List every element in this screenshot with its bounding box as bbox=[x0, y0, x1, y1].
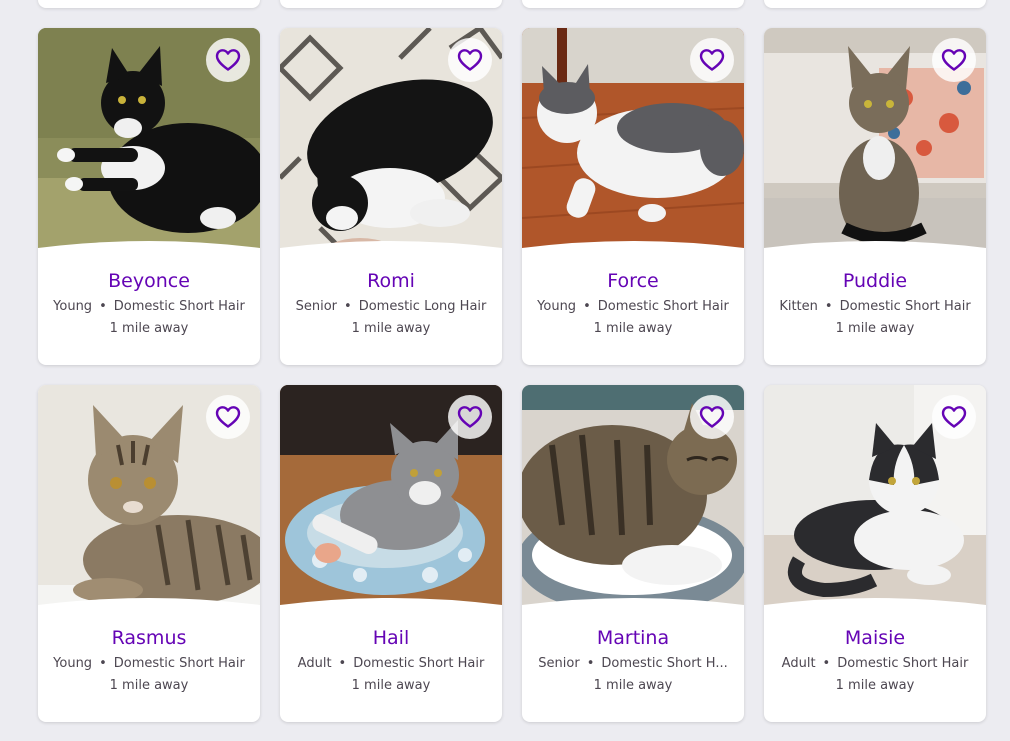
pet-meta: Young • Domestic Short Hair bbox=[522, 299, 744, 315]
favorite-button[interactable] bbox=[206, 395, 250, 439]
pet-info: Maisie Adult • Domestic Short Hair 1 mile … bbox=[764, 625, 986, 694]
pet-name[interactable]: Maisie bbox=[764, 625, 986, 651]
pet-age: Kitten bbox=[779, 299, 818, 314]
pet-breed: Domestic Short Hair bbox=[353, 656, 485, 671]
photo-curve-divider bbox=[280, 598, 502, 627]
heart-icon bbox=[941, 406, 967, 428]
pet-age: Young bbox=[53, 656, 93, 671]
meta-separator: • bbox=[344, 299, 352, 314]
favorite-button[interactable] bbox=[932, 395, 976, 439]
pet-name[interactable]: Martina bbox=[522, 625, 744, 651]
pet-age: Senior bbox=[538, 656, 580, 671]
photo-curve-divider bbox=[764, 241, 986, 270]
pet-card-force[interactable]: Force Young • Domestic Short Hair 1 mile a… bbox=[522, 28, 744, 365]
pet-distance: 1 mile away bbox=[835, 321, 915, 336]
favorite-button[interactable] bbox=[206, 38, 250, 82]
pet-distance: 1 mile away bbox=[593, 321, 673, 336]
pet-info: Hail Adult • Domestic Short Hair 1 mile aw… bbox=[280, 625, 502, 694]
pet-breed: Domestic Short Hair bbox=[113, 656, 245, 671]
pet-card-maisie[interactable]: Maisie Adult • Domestic Short Hair 1 mile … bbox=[764, 385, 986, 722]
pet-info: Puddie Kitten • Domestic Short Hair 1 mile… bbox=[764, 268, 986, 337]
pet-breed: Domestic Short Hair bbox=[837, 656, 969, 671]
pet-info: Romi Senior • Domestic Long Hair 1 mile aw… bbox=[280, 268, 502, 337]
meta-separator: • bbox=[824, 299, 833, 314]
favorite-button[interactable] bbox=[690, 38, 734, 82]
pet-meta: Young • Domestic Short Hair bbox=[38, 299, 260, 315]
pet-meta: Adult • Domestic Short Hair bbox=[280, 656, 502, 672]
pet-age: Adult bbox=[297, 656, 332, 671]
pet-card-beyonce[interactable]: Beyonce Young • Domestic Short Hair 1 mile… bbox=[38, 28, 260, 365]
heart-icon bbox=[215, 406, 241, 428]
pet-age: Adult bbox=[781, 656, 816, 671]
pet-name[interactable]: Hail bbox=[280, 625, 502, 651]
heart-icon bbox=[699, 49, 725, 71]
pet-card-martina[interactable]: Martina Senior • Domestic Short H... 1 mil… bbox=[522, 385, 744, 722]
favorite-button[interactable] bbox=[932, 38, 976, 82]
photo-curve-divider bbox=[764, 598, 986, 627]
pet-card-romi[interactable]: Romi Senior • Domestic Long Hair 1 mile aw… bbox=[280, 28, 502, 365]
pet-distance: 1 mile away bbox=[109, 678, 189, 693]
pet-breed: Domestic Long Hair bbox=[358, 299, 487, 314]
pet-breed: Domestic Short H... bbox=[601, 656, 728, 671]
previous-card-edge[interactable] bbox=[522, 0, 744, 8]
pet-info: Rasmus Young • Domestic Short Hair 1 mile … bbox=[38, 625, 260, 694]
pet-name[interactable]: Beyonce bbox=[38, 268, 260, 294]
pet-distance: 1 mile away bbox=[351, 321, 431, 336]
pet-card-puddie[interactable]: Puddie Kitten • Domestic Short Hair 1 mile… bbox=[764, 28, 986, 365]
pet-name[interactable]: Rasmus bbox=[38, 625, 260, 651]
heart-icon bbox=[457, 49, 483, 71]
favorite-button[interactable] bbox=[448, 38, 492, 82]
pet-results-page: Beyonce Young • Domestic Short Hair 1 mile… bbox=[0, 0, 1010, 741]
pet-age: Young bbox=[537, 299, 577, 314]
pet-breed: Domestic Short Hair bbox=[113, 299, 245, 314]
favorite-button[interactable] bbox=[448, 395, 492, 439]
pet-meta: Kitten • Domestic Short Hair bbox=[764, 299, 986, 315]
meta-separator: • bbox=[822, 656, 831, 671]
meta-separator: • bbox=[99, 299, 107, 314]
pet-meta: Senior • Domestic Short H... bbox=[522, 656, 744, 672]
heart-icon bbox=[457, 406, 483, 428]
pet-distance: 1 mile away bbox=[835, 678, 915, 693]
previous-card-edge[interactable] bbox=[38, 0, 260, 8]
pet-info: Force Young • Domestic Short Hair 1 mile a… bbox=[522, 268, 744, 337]
meta-separator: • bbox=[586, 656, 595, 671]
pet-name[interactable]: Force bbox=[522, 268, 744, 294]
previous-card-edge[interactable] bbox=[280, 0, 502, 8]
heart-icon bbox=[941, 49, 967, 71]
pet-meta: Senior • Domestic Long Hair bbox=[280, 299, 502, 315]
meta-separator: • bbox=[338, 656, 347, 671]
pet-distance: 1 mile away bbox=[109, 321, 189, 336]
pet-info: Martina Senior • Domestic Short H... 1 mil… bbox=[522, 625, 744, 694]
pet-card-hail[interactable]: Hail Adult • Domestic Short Hair 1 mile aw… bbox=[280, 385, 502, 722]
pet-distance: 1 mile away bbox=[351, 678, 431, 693]
pet-age: Young bbox=[53, 299, 93, 314]
pet-name[interactable]: Romi bbox=[280, 268, 502, 294]
pet-meta: Young • Domestic Short Hair bbox=[38, 656, 260, 672]
meta-separator: • bbox=[583, 299, 591, 314]
photo-curve-divider bbox=[38, 598, 260, 627]
photo-curve-divider bbox=[38, 241, 260, 270]
photo-curve-divider bbox=[280, 241, 502, 270]
favorite-button[interactable] bbox=[690, 395, 734, 439]
previous-card-edge[interactable] bbox=[764, 0, 986, 8]
pet-breed: Domestic Short Hair bbox=[839, 299, 971, 314]
pet-card-rasmus[interactable]: Rasmus Young • Domestic Short Hair 1 mile … bbox=[38, 385, 260, 722]
pet-info: Beyonce Young • Domestic Short Hair 1 mile… bbox=[38, 268, 260, 337]
pet-card-grid: Beyonce Young • Domestic Short Hair 1 mile… bbox=[38, 28, 986, 722]
heart-icon bbox=[699, 406, 725, 428]
pet-name[interactable]: Puddie bbox=[764, 268, 986, 294]
pet-distance: 1 mile away bbox=[593, 678, 673, 693]
pet-meta: Adult • Domestic Short Hair bbox=[764, 656, 986, 672]
photo-curve-divider bbox=[522, 241, 744, 270]
pet-breed: Domestic Short Hair bbox=[597, 299, 729, 314]
pet-age: Senior bbox=[295, 299, 338, 314]
heart-icon bbox=[215, 49, 241, 71]
meta-separator: • bbox=[99, 656, 107, 671]
photo-curve-divider bbox=[522, 598, 744, 627]
